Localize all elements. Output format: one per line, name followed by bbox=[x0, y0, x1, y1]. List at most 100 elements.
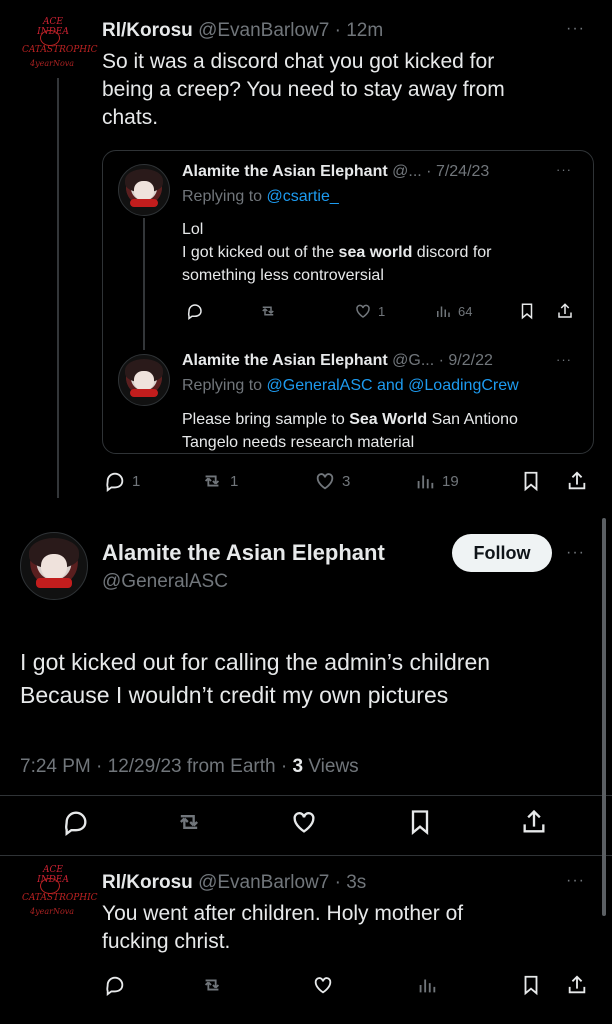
like-count: 3 bbox=[342, 472, 351, 490]
like-button[interactable]: 3 bbox=[314, 470, 350, 492]
quote-text-line: Lol bbox=[182, 221, 204, 238]
more-icon[interactable]: ··· bbox=[566, 544, 585, 562]
reply-button[interactable] bbox=[104, 974, 126, 996]
tweet-meta: 7:24 PM · 12/29/23 from Earth · 3 Views bbox=[20, 756, 359, 778]
avatar-logo-text: 4yearNova bbox=[30, 59, 75, 68]
quote-header: Alamite the Asian Elephant @G... · 9/2/2… bbox=[182, 352, 493, 370]
handle[interactable]: @GeneralASC bbox=[102, 571, 228, 593]
display-name[interactable]: Alamite the Asian Elephant bbox=[182, 163, 388, 180]
avatar-logo-text: CATASTROPHIC bbox=[22, 893, 98, 903]
display-name[interactable]: Alamite the Asian Elephant bbox=[182, 352, 388, 369]
divider bbox=[0, 795, 612, 796]
avatar-logo-ring bbox=[40, 30, 60, 46]
retweet-icon bbox=[204, 979, 220, 991]
quote-text-line: Please bring sample to Sea World San Ant… bbox=[182, 411, 518, 428]
bookmark-button[interactable] bbox=[518, 302, 536, 320]
views-button[interactable]: 19 bbox=[414, 470, 459, 492]
like-button[interactable] bbox=[290, 808, 318, 836]
views-count: 64 bbox=[458, 303, 473, 319]
tweet-text-line: So it was a discord chat you got kicked … bbox=[102, 50, 495, 73]
avatar[interactable]: ACE INDEA CATASTROPHIC 4yearNova bbox=[22, 16, 98, 72]
retweet-button[interactable] bbox=[174, 808, 204, 836]
timestamp[interactable]: 12m bbox=[346, 20, 383, 41]
thread-line bbox=[143, 218, 145, 350]
separator: · bbox=[438, 352, 444, 369]
views-icon bbox=[419, 979, 436, 993]
display-name[interactable]: Alamite the Asian Elephant bbox=[102, 540, 385, 566]
replying-to: Replying to @csartie_ bbox=[182, 188, 339, 206]
bookmark-icon bbox=[411, 810, 429, 835]
avatar[interactable]: ACE INDEA CATASTROPHIC 4yearNova bbox=[22, 864, 98, 920]
quote-header: Alamite the Asian Elephant @... · 7/24/2… bbox=[182, 163, 489, 181]
divider bbox=[0, 855, 612, 856]
share-icon bbox=[558, 303, 572, 318]
reply-button[interactable] bbox=[186, 302, 204, 320]
tweet-text-line: You went after children. Holy mother of bbox=[102, 902, 464, 925]
quote-text: Please bring sample to Sea World San Ant… bbox=[182, 408, 582, 454]
quote-text: Lol I got kicked out of the sea world di… bbox=[182, 218, 582, 287]
tweet-text: So it was a discord chat you got kicked … bbox=[102, 48, 582, 132]
thread-line bbox=[57, 78, 59, 498]
tweet-text-line: Because I wouldn’t credit my own picture… bbox=[20, 682, 449, 708]
mention-link[interactable]: @GeneralASC and @LoadingCrew bbox=[267, 377, 519, 394]
reply-button[interactable] bbox=[62, 808, 90, 836]
share-button[interactable] bbox=[556, 302, 574, 320]
bookmark-button[interactable] bbox=[406, 808, 434, 836]
views-count: 3 bbox=[292, 756, 304, 777]
timestamp[interactable]: 7/24/23 bbox=[436, 163, 489, 180]
retweet-icon bbox=[262, 306, 274, 316]
reply-icon bbox=[106, 976, 124, 996]
reply-button[interactable]: 1 bbox=[104, 470, 140, 492]
scrollbar[interactable] bbox=[602, 518, 606, 916]
bookmark-icon bbox=[521, 303, 533, 320]
avatar[interactable] bbox=[118, 354, 170, 406]
views-button[interactable] bbox=[416, 974, 438, 996]
heart-icon bbox=[316, 473, 334, 490]
timestamp[interactable]: 7:24 PM · 12/29/23 from Earth · bbox=[20, 756, 292, 777]
quote-text-line: something less controversial bbox=[182, 267, 384, 284]
bookmark-button[interactable] bbox=[520, 470, 542, 492]
views-label: Views bbox=[303, 756, 359, 777]
more-icon[interactable]: ··· bbox=[556, 352, 572, 367]
avatar-logo-ring bbox=[40, 878, 60, 894]
more-icon[interactable]: ··· bbox=[566, 872, 585, 890]
like-button[interactable]: 1 bbox=[354, 302, 385, 320]
retweet-button[interactable]: 1 bbox=[200, 470, 238, 492]
mention-link[interactable]: @csartie_ bbox=[267, 188, 339, 205]
display-name[interactable]: Rl/Korosu bbox=[102, 20, 193, 41]
views-count: 19 bbox=[442, 472, 459, 490]
retweet-button[interactable] bbox=[258, 302, 278, 320]
more-icon[interactable]: ··· bbox=[566, 20, 585, 38]
more-icon[interactable]: ··· bbox=[556, 162, 572, 177]
avatar[interactable] bbox=[118, 164, 170, 216]
share-button[interactable] bbox=[566, 470, 588, 492]
handle[interactable]: @EvanBarlow7 bbox=[198, 20, 329, 41]
share-button[interactable] bbox=[520, 808, 548, 836]
heart-icon bbox=[293, 812, 315, 833]
handle[interactable]: @... bbox=[392, 163, 422, 180]
display-name[interactable]: Rl/Korosu bbox=[102, 872, 193, 893]
share-button[interactable] bbox=[566, 974, 588, 996]
replying-to: Replying to @GeneralASC and @LoadingCrew bbox=[182, 377, 519, 395]
retweet-icon bbox=[180, 815, 198, 829]
share-icon bbox=[568, 975, 586, 994]
quote-text-line: Tangelo needs research material bbox=[182, 434, 415, 451]
timestamp[interactable]: 9/2/22 bbox=[448, 352, 492, 369]
avatar-logo-text: 4yearNova bbox=[30, 907, 75, 916]
tweet-header: Rl/Korosu @EvanBarlow7 · 12m bbox=[102, 20, 383, 42]
handle[interactable]: @EvanBarlow7 bbox=[198, 872, 329, 893]
views-icon bbox=[417, 475, 434, 489]
bookmark-icon bbox=[524, 471, 538, 492]
timestamp[interactable]: 3s bbox=[346, 872, 366, 893]
share-icon bbox=[523, 809, 545, 833]
views-button[interactable]: 64 bbox=[434, 302, 472, 320]
avatar[interactable] bbox=[20, 532, 88, 600]
handle[interactable]: @G... bbox=[392, 352, 434, 369]
like-button[interactable] bbox=[312, 974, 334, 996]
share-icon bbox=[568, 471, 586, 490]
bookmark-button[interactable] bbox=[520, 974, 542, 996]
reply-icon bbox=[187, 304, 202, 320]
tweet-text-line: chats. bbox=[102, 106, 159, 129]
follow-button[interactable]: Follow bbox=[452, 534, 552, 572]
retweet-button[interactable] bbox=[200, 974, 224, 996]
